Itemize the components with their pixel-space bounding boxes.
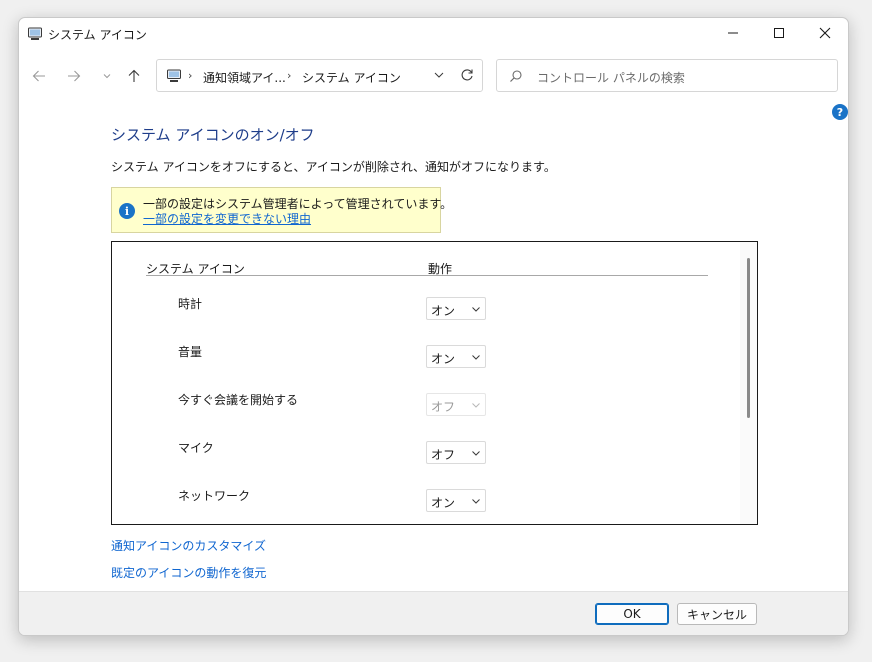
row-label-meet-now: 今すぐ会議を開始する [178,393,299,407]
row-label-clock: 時計 [178,297,203,311]
address-bar[interactable]: › 通知領域アイ... › システム アイコン [156,59,483,92]
info-icon: i [119,203,135,219]
select-volume[interactable]: オン [426,345,486,368]
search-input[interactable]: コントロール パネルの検索 [496,59,838,92]
page-title: システム アイコンのオン/オフ [111,126,315,144]
select-value: オン [431,352,456,366]
refresh-icon [461,69,473,81]
scrollbar-thumb[interactable] [747,258,750,418]
search-icon [509,69,523,86]
header-divider [146,275,708,276]
chevron-down-icon [472,403,480,408]
chevron-down-icon [472,451,480,456]
dialog-footer: OK キャンセル [19,591,848,635]
refresh-button[interactable] [460,68,474,85]
row-label-microphone: マイク [178,441,214,455]
system-icons-list: システム アイコン 動作 時計 オン 音量 オン 今すぐ会議を開始する オフ マ… [111,241,758,525]
page-description: システム アイコンをオフにすると、アイコンが削除され、通知がオフになります。 [111,160,556,174]
select-clock[interactable]: オン [426,297,486,320]
computer-icon [27,26,43,42]
restore-default-icon-behaviors-link[interactable]: 既定のアイコンの動作を復元 [111,564,266,581]
customize-notification-icons-link[interactable]: 通知アイコンのカスタマイズ [111,537,266,554]
select-network[interactable]: オン [426,489,486,512]
maximize-button[interactable] [756,18,802,48]
select-value: オフ [431,448,456,462]
title-bar: システム アイコン [19,18,848,50]
breadcrumb-notification-area[interactable]: 通知領域アイ... [203,69,286,86]
window-title: システム アイコン [48,28,147,42]
select-value: オン [431,304,456,318]
arrow-left-icon [32,70,45,82]
notice-link[interactable]: 一部の設定を変更できない理由 [143,210,311,227]
vertical-scrollbar[interactable] [740,242,757,524]
select-value: オフ [431,400,456,414]
select-microphone[interactable]: オフ [426,441,486,464]
minimize-button[interactable] [710,18,756,48]
recent-locations-button[interactable] [95,64,119,88]
row-label-network: ネットワーク [178,489,251,503]
search-placeholder: コントロール パネルの検索 [537,71,685,85]
arrow-up-icon [128,69,140,82]
breadcrumb-separator: › [287,69,292,82]
chevron-down-icon [434,72,444,78]
chevron-down-icon [472,307,480,312]
forward-button[interactable] [62,64,86,88]
chevron-down-icon [472,499,480,504]
breadcrumb-system-icons[interactable]: システム アイコン [302,69,401,86]
admin-notice: i 一部の設定はシステム管理者によって管理されています。 一部の設定を変更できな… [111,187,452,233]
system-icons-window: システム アイコン › 通知領域アイ... › システム アイコン コントロール… [18,17,849,636]
breadcrumb-separator: › [188,69,193,82]
address-dropdown-button[interactable] [434,69,444,83]
help-icon[interactable]: ? [832,104,848,120]
row-label-volume: 音量 [178,345,203,359]
back-button[interactable] [27,64,51,88]
select-meet-now: オフ [426,393,486,416]
close-button[interactable] [802,18,848,48]
ok-button[interactable]: OK [595,603,669,625]
cancel-button[interactable]: キャンセル [677,603,757,625]
arrow-right-icon [68,70,81,82]
navigation-bar: › 通知領域アイ... › システム アイコン コントロール パネルの検索 [19,58,848,94]
up-button[interactable] [122,64,146,88]
select-value: オン [431,496,456,510]
computer-icon [166,69,182,86]
chevron-down-icon [472,355,480,360]
chevron-down-icon [103,74,111,79]
